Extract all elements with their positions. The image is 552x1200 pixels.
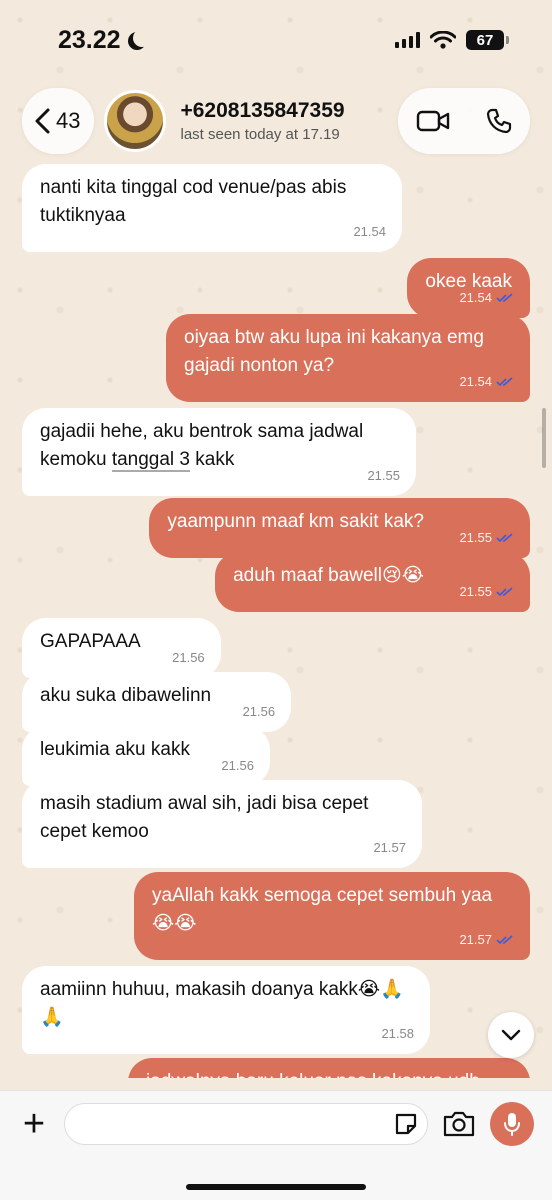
contact-name: +6208135847359 (180, 99, 345, 122)
camera-icon[interactable] (442, 1110, 476, 1138)
double-tick-icon (496, 935, 513, 945)
message-time: 21.55 (459, 584, 492, 599)
double-tick-icon (496, 587, 513, 597)
message-incoming[interactable]: gajadii hehe, aku bentrok sama jadwal ke… (22, 408, 416, 496)
mic-button[interactable] (490, 1102, 534, 1146)
message-time: 21.54 (353, 224, 386, 239)
message-text: nanti kita tinggal cod venue/pas abis tu… (40, 177, 347, 226)
last-seen-status: last seen today at 17.19 (180, 126, 340, 143)
call-actions (398, 88, 530, 154)
message-time: 21.56 (221, 758, 254, 773)
contact-info[interactable]: +6208135847359 last seen today at 17.19 (176, 99, 388, 143)
message-text: aamiinn huhuu, makasih doanya kakk😭🙏🙏 (40, 979, 404, 1028)
message-incoming[interactable]: aamiinn huhuu, makasih doanya kakk😭🙏🙏 21… (22, 966, 430, 1054)
chat-header: 43 +6208135847359 last seen today at 17.… (0, 82, 552, 160)
back-chevron-icon (35, 108, 50, 134)
message-incoming[interactable]: GAPAPAAA 21.56 (22, 618, 221, 678)
message-time: 21.54 (459, 290, 492, 305)
double-tick-icon (496, 293, 513, 303)
message-outgoing[interactable]: yaampunn maaf km sakit kak? 21.55 (149, 498, 530, 558)
message-outgoing[interactable]: okee kaak 21.54 (407, 258, 530, 318)
message-time: 21.57 (373, 840, 406, 855)
message-text: leukimia aku kakk (40, 739, 190, 760)
chevron-down-icon (501, 1029, 521, 1041)
back-button[interactable]: 43 (22, 88, 95, 154)
composer: + (0, 1090, 552, 1200)
plus-icon[interactable]: + (18, 1105, 50, 1143)
message-time: 21.54 (459, 374, 492, 389)
message-outgoing[interactable]: aduh maaf bawell😢😭 21.55 (215, 552, 530, 612)
message-time: 21.55 (367, 468, 400, 483)
message-outgoing[interactable]: jadwalnya baru keluar pas kakanya udh (128, 1058, 530, 1078)
battery-level: 67 (476, 31, 494, 49)
message-text: masih stadium awal sih, jadi bisa cepet … (40, 793, 369, 842)
message-list[interactable]: nanti kita tinggal cod venue/pas abis tu… (0, 160, 552, 1078)
message-incoming[interactable]: leukimia aku kakk 21.56 (22, 726, 270, 786)
message-time: 21.55 (459, 530, 492, 545)
double-tick-icon (496, 377, 513, 387)
message-outgoing[interactable]: oiyaa btw aku lupa ini kakanya emg gajad… (166, 314, 530, 402)
status-indicators: 67 (395, 30, 509, 50)
message-text: jadwalnya baru keluar pas kakanya udh (146, 1068, 512, 1078)
date-link[interactable]: tanggal 3 (111, 449, 190, 472)
message-time: 21.56 (172, 650, 205, 665)
contact-avatar[interactable] (104, 90, 167, 152)
scrollbar[interactable] (542, 408, 546, 468)
mic-icon (504, 1113, 520, 1136)
status-bar: 23.22 67 (0, 0, 552, 80)
message-incoming[interactable]: nanti kita tinggal cod venue/pas abis tu… (22, 164, 402, 252)
message-outgoing[interactable]: yaAllah kakk semoga cepet sembuh yaa 😭😭 … (134, 872, 530, 960)
message-incoming[interactable]: aku suka dibawelinn 21.56 (22, 672, 292, 732)
signal-icon (395, 32, 420, 48)
message-time: 21.56 (242, 704, 276, 719)
message-text-part: kakk (190, 449, 235, 470)
unread-count: 43 (56, 108, 81, 133)
home-indicator (186, 1184, 366, 1190)
status-time: 23.22 (58, 25, 121, 54)
status-time-group: 23.22 (58, 26, 145, 55)
message-text: gajadii hehe, aku bentrok sama jadwal ke… (40, 418, 398, 474)
phone-icon[interactable] (486, 108, 512, 134)
scroll-to-bottom-button[interactable] (488, 1012, 534, 1058)
message-time: 21.57 (459, 932, 492, 947)
wifi-icon (430, 31, 456, 49)
message-time: 21.58 (381, 1026, 414, 1041)
message-text: aku suka dibawelinn (40, 685, 212, 706)
moon-icon (133, 29, 151, 47)
sticker-icon[interactable] (393, 1111, 419, 1137)
message-input[interactable] (65, 1113, 393, 1135)
message-incoming[interactable]: masih stadium awal sih, jadi bisa cepet … (22, 780, 422, 868)
video-call-icon[interactable] (416, 109, 450, 133)
message-text: yaAllah kakk semoga cepet sembuh yaa 😭😭 (152, 885, 493, 934)
message-input-wrapper (64, 1103, 428, 1145)
double-tick-icon (496, 533, 513, 543)
battery-icon: 67 (466, 30, 509, 50)
